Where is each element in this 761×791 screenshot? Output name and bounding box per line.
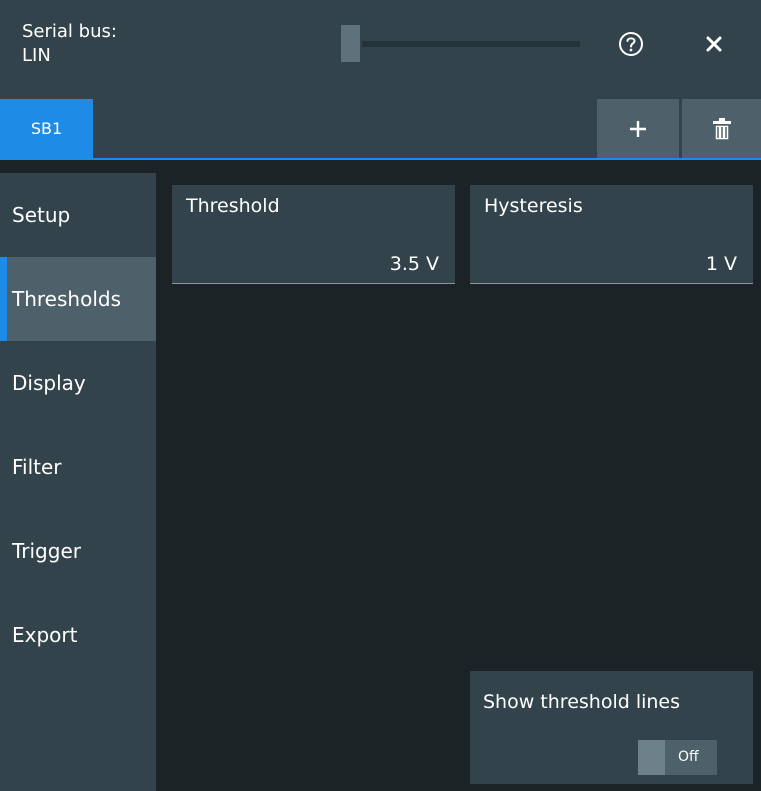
show-threshold-lines-label: Show threshold lines xyxy=(483,691,681,713)
title-line-protocol: LIN xyxy=(22,45,51,66)
toggle-state-text: Off xyxy=(678,749,699,765)
threshold-label: Threshold xyxy=(186,195,280,217)
hysteresis-label: Hysteresis xyxy=(484,195,583,217)
settings-sidebar: Setup Thresholds Display Filter Trigger … xyxy=(0,173,156,791)
serial-bus-tab-bar: SB1 xyxy=(0,99,761,160)
close-button[interactable] xyxy=(700,30,728,58)
sidebar-item-thresholds[interactable]: Thresholds xyxy=(0,257,156,341)
sidebar-item-export[interactable]: Export xyxy=(0,593,156,677)
add-bus-button[interactable] xyxy=(597,99,679,158)
close-icon xyxy=(706,36,722,52)
toggle-knob xyxy=(638,740,665,775)
transparency-slider-track[interactable] xyxy=(362,41,580,47)
sidebar-item-setup[interactable]: Setup xyxy=(0,173,156,257)
threshold-value: 3.5 V xyxy=(389,253,439,275)
help-circle-icon xyxy=(619,32,643,56)
trash-icon xyxy=(712,117,731,140)
sidebar-item-trigger[interactable]: Trigger xyxy=(0,509,156,593)
serial-bus-dialog: Serial bus: LIN SB1 Setup Thresholds Dis… xyxy=(0,0,761,791)
hysteresis-field[interactable]: Hysteresis 1 V xyxy=(470,185,753,284)
plus-icon xyxy=(630,120,646,137)
help-button[interactable] xyxy=(617,30,645,58)
delete-bus-button[interactable] xyxy=(682,99,761,158)
sidebar-item-display[interactable]: Display xyxy=(0,341,156,425)
threshold-field[interactable]: Threshold 3.5 V xyxy=(172,185,455,284)
dialog-title: Serial bus: LIN xyxy=(22,20,117,68)
title-line-serial-bus: Serial bus: xyxy=(22,21,117,42)
dialog-header: Serial bus: LIN xyxy=(0,0,761,99)
transparency-slider-handle[interactable] xyxy=(341,25,360,62)
sidebar-item-filter[interactable]: Filter xyxy=(0,425,156,509)
show-threshold-lines-panel: Show threshold lines Off xyxy=(470,671,753,784)
show-threshold-lines-toggle[interactable]: Off xyxy=(638,740,717,775)
tab-sb1[interactable]: SB1 xyxy=(0,99,93,158)
hysteresis-value: 1 V xyxy=(705,253,737,275)
